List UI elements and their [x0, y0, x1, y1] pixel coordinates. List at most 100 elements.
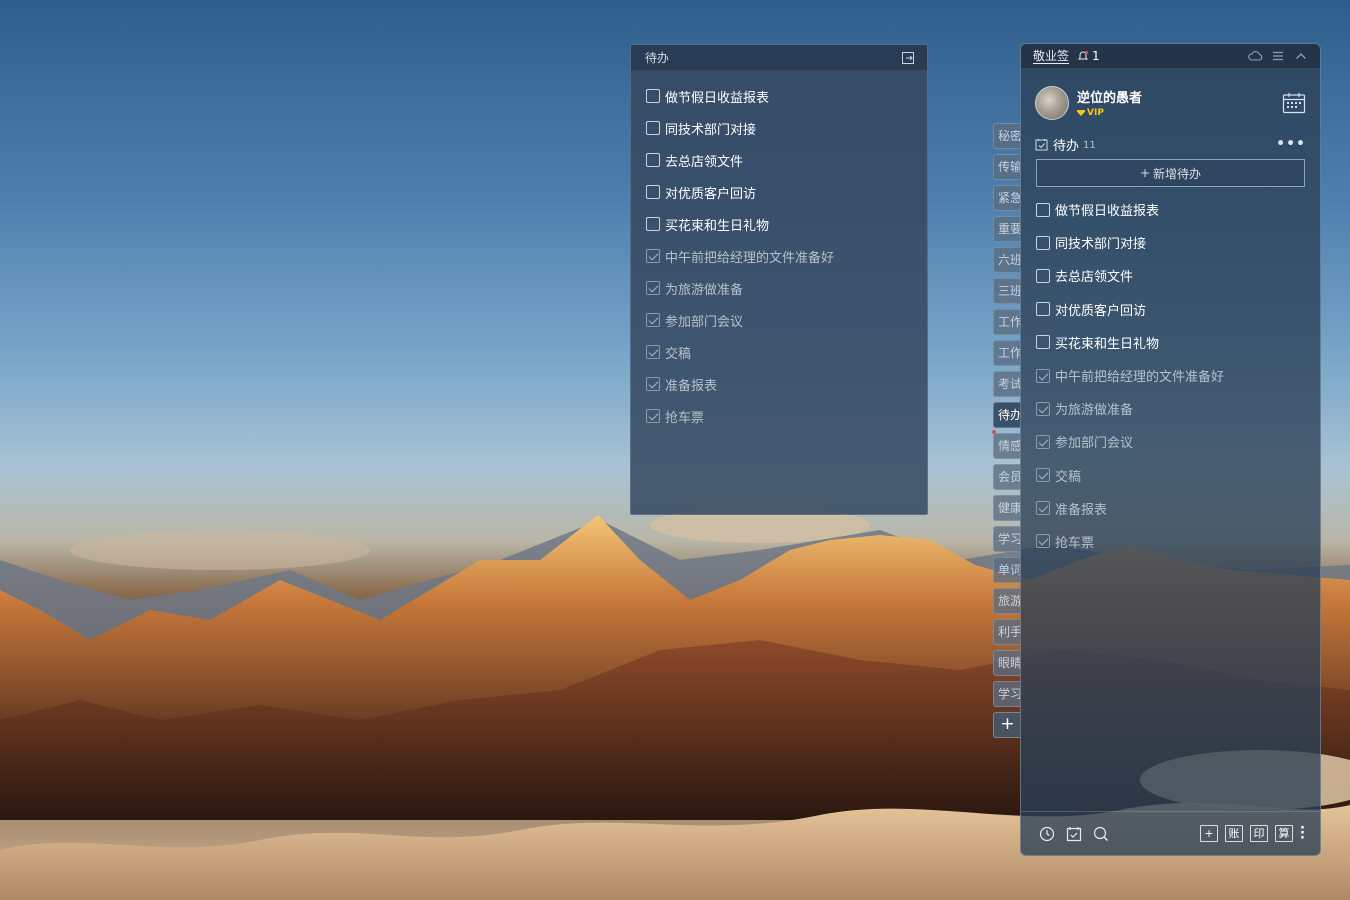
panel-titlebar: 敬业签 1	[1021, 44, 1320, 68]
category-tab[interactable]: 紧急	[993, 185, 1021, 211]
add-todo-button[interactable]: + 新增待办	[1036, 159, 1305, 187]
category-tab[interactable]: 工作	[993, 309, 1021, 335]
category-tab[interactable]: 待办	[993, 402, 1021, 428]
checked-checkbox[interactable]	[1036, 534, 1050, 549]
add-button[interactable]: +	[1200, 825, 1218, 842]
print-button[interactable]: 印	[1250, 825, 1268, 842]
checklist-icon[interactable]	[1065, 825, 1083, 843]
todo-label: 交稿	[1055, 469, 1082, 485]
checkbox[interactable]	[646, 185, 660, 199]
list-item[interactable]: 抢车票	[631, 400, 927, 432]
checkbox[interactable]	[1036, 302, 1050, 317]
category-tab[interactable]: 健康	[993, 495, 1021, 521]
checked-checkbox[interactable]	[1036, 434, 1050, 449]
checkbox[interactable]	[1036, 235, 1050, 250]
checkbox[interactable]	[646, 153, 660, 167]
list-item[interactable]: 参加部门会议	[1021, 425, 1320, 458]
list-item[interactable]: 交稿	[1021, 459, 1320, 492]
list-item[interactable]: 中午前把给经理的文件准备好	[1021, 359, 1320, 392]
list-item[interactable]: 同技术部门对接	[1021, 226, 1320, 259]
category-tab[interactable]: 会员	[993, 464, 1021, 490]
checked-checkbox[interactable]	[646, 345, 660, 359]
category-tab[interactable]: 学习	[993, 526, 1021, 552]
add-tab-button[interactable]: +	[993, 712, 1021, 738]
checkbox[interactable]	[646, 89, 660, 103]
todo-label: 交稿	[665, 346, 692, 362]
todo-label: 为旅游做准备	[665, 282, 744, 298]
list-item[interactable]: 买花束和生日礼物	[1021, 326, 1320, 359]
category-tab[interactable]: 利手	[993, 619, 1021, 645]
category-tab[interactable]: 三班	[993, 278, 1021, 304]
calendar-icon[interactable]	[1282, 92, 1306, 114]
category-tabs: 秘密 传输 紧急 重要 六班 三班 工作 工作 考试 待办 情感 会员 健康 学习 单词 旅游 利手 眼睛 学习 +	[992, 123, 1021, 738]
category-tab[interactable]: 传输	[993, 154, 1021, 180]
list-item[interactable]: 做节假日收益报表	[1021, 193, 1320, 226]
list-item[interactable]: 为旅游做准备	[631, 272, 927, 304]
more-vertical-icon[interactable]: · · ·	[1300, 822, 1305, 845]
clock-icon[interactable]	[1038, 825, 1056, 843]
list-item[interactable]: 准备报表	[1021, 492, 1320, 525]
category-tab[interactable]: 情感	[993, 433, 1021, 459]
cloud-sync-icon[interactable]	[1248, 49, 1263, 63]
list-item[interactable]: 为旅游做准备	[1021, 392, 1320, 425]
list-item[interactable]: 做节假日收益报表	[631, 80, 927, 112]
list-item[interactable]: 买花束和生日礼物	[631, 208, 927, 240]
menu-icon[interactable]	[1271, 49, 1285, 63]
list-item[interactable]: 抢车票	[1021, 525, 1320, 558]
category-tab[interactable]: 眼睛	[993, 650, 1021, 676]
search-icon[interactable]	[1092, 825, 1110, 843]
avatar[interactable]	[1035, 85, 1069, 120]
list-item[interactable]: 去总店领文件	[631, 144, 927, 176]
app-title[interactable]: 敬业签	[1033, 49, 1070, 64]
widget-todo-list: 做节假日收益报表同技术部门对接去总店领文件 对优质客户回访 买花束和生日礼物 中午前把…	[631, 70, 927, 432]
checked-checkbox[interactable]	[1036, 368, 1050, 383]
diamond-icon	[1077, 110, 1085, 116]
checked-checkbox[interactable]	[646, 313, 660, 327]
category-tab[interactable]: 工作	[993, 340, 1021, 366]
list-item[interactable]: 交稿	[631, 336, 927, 368]
checked-checkbox[interactable]	[1036, 468, 1050, 483]
checked-checkbox[interactable]	[646, 377, 660, 391]
checkbox[interactable]	[1036, 268, 1050, 283]
category-tab[interactable]: 学习	[993, 681, 1021, 707]
checkbox[interactable]	[1036, 335, 1050, 350]
todo-label: 同技术部门对接	[665, 122, 757, 138]
main-panel: 敬业签 1 逆位的愚者 VIP 待办 11 ••• + 新增待办 做节假日收益报…	[1020, 43, 1321, 856]
checked-checkbox[interactable]	[1036, 501, 1050, 516]
todo-label: 做节假日收益报表	[1055, 204, 1160, 220]
user-profile: 逆位的愚者 VIP	[1021, 68, 1320, 128]
checked-checkbox[interactable]	[646, 409, 660, 423]
category-tab[interactable]: 重要	[993, 216, 1021, 242]
checked-checkbox[interactable]	[646, 249, 660, 263]
category-tab[interactable]: 六班	[993, 247, 1021, 273]
alert-dot	[992, 430, 996, 434]
account-button[interactable]: 账	[1225, 825, 1243, 842]
checkbox[interactable]	[1036, 202, 1050, 217]
checkbox[interactable]	[646, 121, 660, 135]
todo-label: 同技术部门对接	[1055, 237, 1147, 253]
category-tab[interactable]: 秘密	[993, 123, 1021, 149]
todo-label: 准备报表	[665, 378, 718, 394]
category-tab[interactable]: 考试	[993, 371, 1021, 397]
vip-label: VIP	[1087, 108, 1104, 118]
list-item[interactable]: 对优质客户回访	[631, 176, 927, 208]
list-item[interactable]: 中午前把给经理的文件准备好	[631, 240, 927, 272]
list-item[interactable]: 去总店领文件	[1021, 259, 1320, 292]
plus-icon: +	[1139, 166, 1151, 180]
list-item[interactable]: 同技术部门对接	[631, 112, 927, 144]
collapse-icon[interactable]	[1294, 49, 1308, 63]
todo-label: 参加部门会议	[665, 314, 744, 330]
category-tab[interactable]: 旅游	[993, 588, 1021, 614]
more-options-icon[interactable]: •••	[1276, 136, 1306, 152]
notification-button[interactable]: 1	[1077, 49, 1100, 63]
checkbox[interactable]	[646, 217, 660, 231]
calculator-button[interactable]: 算	[1275, 825, 1293, 842]
checked-checkbox[interactable]	[1036, 401, 1050, 416]
checked-checkbox[interactable]	[646, 281, 660, 295]
list-item[interactable]: 参加部门会议	[631, 304, 927, 336]
category-tab[interactable]: 单词	[993, 557, 1021, 583]
widget-header: 待办	[631, 45, 927, 70]
exit-icon[interactable]	[901, 51, 915, 65]
list-item[interactable]: 准备报表	[631, 368, 927, 400]
list-item[interactable]: 对优质客户回访	[1021, 293, 1320, 326]
